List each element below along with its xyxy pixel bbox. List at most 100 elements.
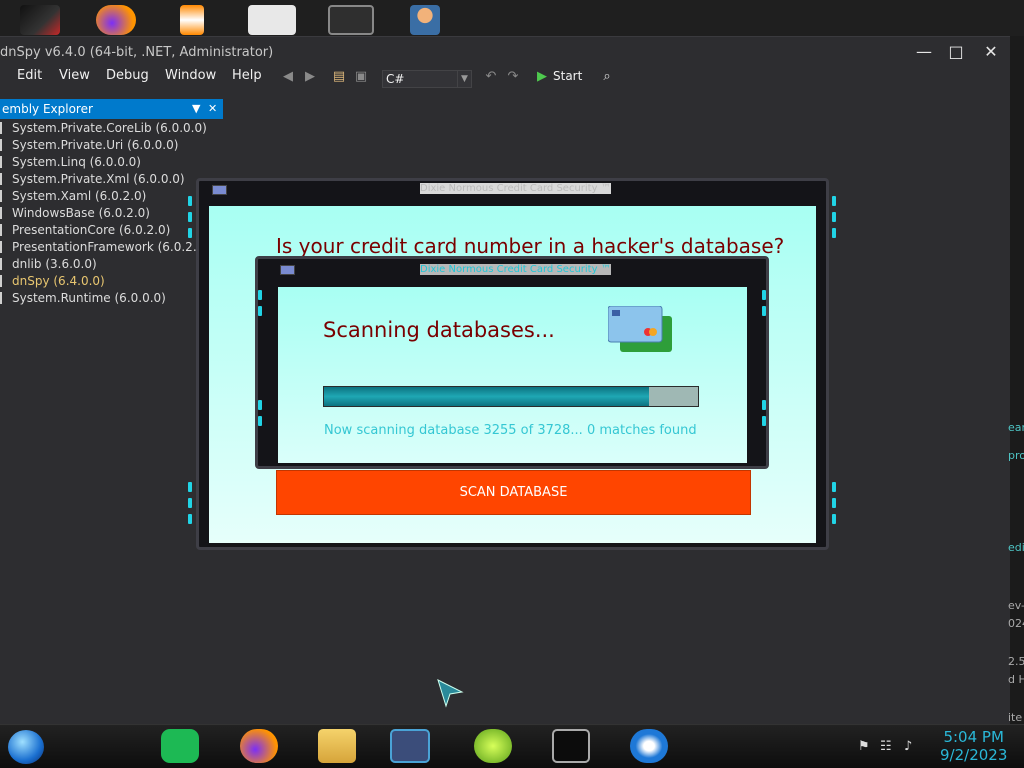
language-value: C# bbox=[386, 72, 405, 86]
background-text: 2.5 bbox=[1008, 655, 1024, 668]
assembly-icon bbox=[0, 224, 8, 236]
frame-light bbox=[762, 400, 766, 410]
assembly-icon bbox=[0, 292, 8, 304]
assembly-icon bbox=[0, 156, 8, 168]
frame-light bbox=[188, 196, 192, 206]
active-app-icon[interactable] bbox=[390, 729, 430, 763]
lime-app-icon[interactable] bbox=[474, 729, 512, 763]
flag-icon[interactable]: ⚑ bbox=[858, 739, 870, 754]
red-app-icon[interactable] bbox=[20, 5, 60, 35]
assembly-item[interactable]: WindowsBase (6.0.2.0) bbox=[0, 206, 150, 223]
menu-debug[interactable]: Debug bbox=[106, 68, 149, 83]
window-title: dnSpy v6.4.0 (64-bit, .NET, Administrato… bbox=[0, 45, 274, 60]
frame-light bbox=[188, 482, 192, 492]
frame-light bbox=[258, 290, 262, 300]
save-icon[interactable]: ▣ bbox=[352, 69, 370, 85]
menu-window[interactable]: Window bbox=[165, 68, 216, 83]
assembly-explorer-title: embly Explorer bbox=[2, 102, 93, 116]
assembly-icon bbox=[0, 241, 8, 253]
frame-light bbox=[188, 228, 192, 238]
frame-light bbox=[832, 212, 836, 222]
dropdown-icon[interactable]: ▼ bbox=[192, 99, 200, 119]
assembly-item[interactable]: dnSpy (6.4.0.0) bbox=[0, 274, 105, 291]
back-icon[interactable]: ◀ bbox=[279, 69, 297, 85]
background-text: ev- bbox=[1008, 599, 1024, 612]
start-button[interactable]: ▶ Start bbox=[537, 69, 582, 84]
assembly-icon bbox=[0, 207, 8, 219]
scan-progress-bar bbox=[323, 386, 699, 407]
desktop: dnSpy v6.4.0 (64-bit, .NET, Administrato… bbox=[0, 0, 1024, 768]
dialog-app-icon bbox=[280, 265, 295, 275]
frame-light bbox=[188, 514, 192, 524]
terminal-icon[interactable] bbox=[552, 729, 590, 763]
assembly-icon bbox=[0, 173, 8, 185]
chevron-down-icon: ▼ bbox=[457, 71, 471, 87]
start-orb-icon[interactable] bbox=[8, 730, 44, 764]
assembly-item[interactable]: dnlib (3.6.0.0) bbox=[0, 257, 97, 274]
blue-app-icon[interactable] bbox=[630, 729, 668, 763]
background-text: edit bbox=[1008, 541, 1024, 554]
forward-icon[interactable]: ▶ bbox=[301, 69, 319, 85]
frame-light bbox=[832, 482, 836, 492]
system-clock[interactable]: 5:04 PM 9/2/2023 bbox=[940, 728, 1007, 764]
hxd-icon[interactable] bbox=[248, 5, 296, 35]
popup-question: Is your credit card number in a hacker's… bbox=[276, 234, 785, 258]
language-select[interactable]: C# ▼ bbox=[382, 70, 472, 88]
assembly-item[interactable]: PresentationFramework (6.0.2.0) bbox=[0, 240, 209, 257]
firefox-taskbar-icon[interactable] bbox=[240, 729, 278, 763]
volume-icon[interactable]: ♪ bbox=[904, 739, 912, 754]
frame-light bbox=[258, 306, 262, 316]
frame-light bbox=[188, 212, 192, 222]
background-text: pro bbox=[1008, 449, 1024, 462]
background-text: ite bbox=[1008, 711, 1023, 724]
clock-date: 9/2/2023 bbox=[940, 746, 1008, 764]
vlc-icon[interactable] bbox=[180, 5, 204, 35]
menu-edit[interactable]: Edit bbox=[17, 68, 42, 83]
frame-light bbox=[258, 416, 262, 426]
editor-icon[interactable] bbox=[328, 5, 374, 35]
start-label: Start bbox=[553, 69, 583, 83]
assembly-item[interactable]: System.Private.Xml (6.0.0.0) bbox=[0, 172, 185, 189]
assembly-item[interactable]: System.Xaml (6.0.2.0) bbox=[0, 189, 146, 206]
redo-icon[interactable]: ↷ bbox=[504, 69, 522, 85]
mouse-cursor-icon bbox=[437, 679, 464, 708]
maximize-button[interactable]: □ bbox=[942, 39, 970, 65]
close-pane-icon[interactable]: ✕ bbox=[208, 99, 217, 119]
frame-light bbox=[762, 416, 766, 426]
network-icon[interactable]: ☷ bbox=[880, 739, 892, 754]
play-icon: ▶ bbox=[537, 69, 547, 84]
assembly-icon bbox=[0, 258, 8, 270]
menu-help[interactable]: Help bbox=[232, 68, 262, 83]
assembly-item[interactable]: System.Runtime (6.0.0.0) bbox=[0, 291, 166, 308]
assembly-item[interactable]: System.Linq (6.0.0.0) bbox=[0, 155, 141, 172]
scanning-heading: Scanning databases... bbox=[323, 318, 555, 342]
popup-title: Dixie Normous Credit Card Security ™ bbox=[420, 183, 611, 194]
undo-icon[interactable]: ↶ bbox=[482, 69, 500, 85]
frame-light bbox=[832, 498, 836, 508]
frame-light bbox=[258, 400, 262, 410]
progress-dialog-title: Dixie Normous Credit Card Security ™ bbox=[420, 264, 611, 275]
scan-status-text: Now scanning database 3255 of 3728... 0 … bbox=[324, 423, 697, 438]
spotify-icon[interactable] bbox=[161, 729, 199, 763]
assembly-item[interactable]: System.Private.Uri (6.0.0.0) bbox=[0, 138, 178, 155]
assembly-item[interactable]: System.Private.CoreLib (6.0.0.0) bbox=[0, 121, 207, 138]
taskbar: ⚑ ☷ ♪ bbox=[0, 724, 1024, 768]
user-icon[interactable] bbox=[410, 5, 440, 35]
assembly-icon bbox=[0, 122, 8, 134]
assembly-explorer-header: embly Explorer ▼ ✕ bbox=[0, 99, 223, 119]
minimize-button[interactable]: — bbox=[910, 39, 938, 65]
assembly-icon bbox=[0, 139, 8, 151]
assembly-item[interactable]: PresentationCore (6.0.2.0) bbox=[0, 223, 170, 240]
search-icon[interactable]: ⌕ bbox=[598, 69, 616, 85]
close-button[interactable]: ✕ bbox=[977, 39, 1005, 65]
background-text: ean bbox=[1008, 421, 1024, 434]
scan-progress-fill bbox=[324, 387, 650, 406]
scan-database-button[interactable]: SCAN DATABASE bbox=[276, 470, 751, 515]
frame-light bbox=[832, 196, 836, 206]
file-explorer-icon[interactable] bbox=[318, 729, 356, 763]
frame-light bbox=[762, 290, 766, 300]
menu-view[interactable]: View bbox=[59, 68, 90, 83]
open-folder-icon[interactable]: ▤ bbox=[330, 69, 348, 85]
firefox-icon[interactable] bbox=[96, 5, 136, 35]
background-text: 024 bbox=[1008, 617, 1024, 630]
